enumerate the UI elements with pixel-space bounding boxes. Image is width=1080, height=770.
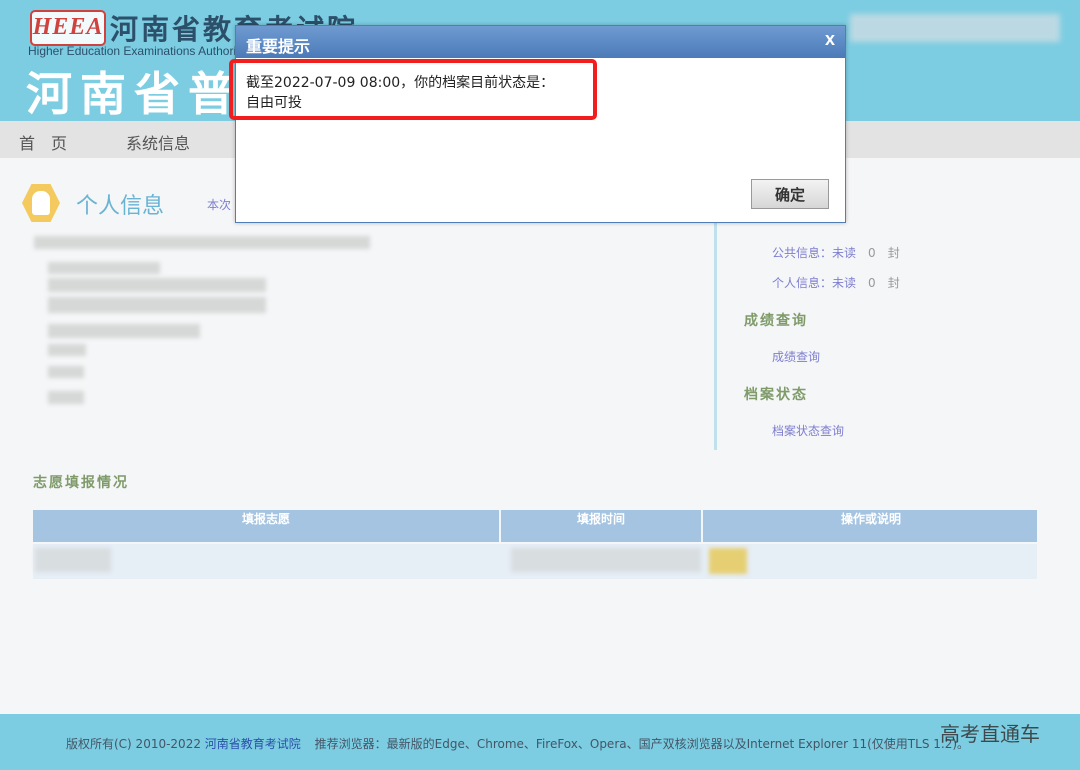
site-footer: 版权所有(C) 2010-2022 河南省教育考试院 推荐浏览器：最新版的Edg… bbox=[0, 714, 1080, 770]
column-header: 填报时间 bbox=[499, 510, 701, 542]
site-title: 河南省普 bbox=[26, 67, 242, 121]
footer-text: 版权所有(C) 2010-2022 河南省教育考试院 推荐浏览器：最新版的Edg… bbox=[66, 737, 970, 751]
personal-info-title: 个人信息 bbox=[76, 194, 165, 219]
heea-logo: HEEA bbox=[30, 10, 106, 46]
footer-org-link[interactable]: 河南省教育考试院 bbox=[205, 737, 301, 751]
volunteer-section-title: 志愿填报情况 bbox=[33, 475, 129, 491]
red-highlight-box bbox=[229, 59, 597, 120]
score-query-link[interactable]: 成绩查询 bbox=[772, 348, 820, 365]
public-info-unread[interactable]: 公共信息：未读 0 封 bbox=[772, 244, 900, 261]
column-header: 填报志愿 bbox=[241, 512, 290, 526]
blurred-user-info bbox=[850, 14, 1060, 42]
score-heading: 成绩查询 bbox=[744, 313, 808, 329]
org-name-en: Higher Education Examinations Authority bbox=[28, 44, 246, 58]
close-icon[interactable]: x bbox=[825, 29, 835, 50]
confirm-button[interactable]: 确定 bbox=[751, 179, 829, 209]
column-header: 操作或说明 bbox=[701, 510, 1039, 542]
personal-info-unread[interactable]: 个人信息：未读 0 封 bbox=[772, 274, 900, 291]
important-notice-dialog: 重要提示 x 截至2022-07-09 08:00，你的档案目前状态是： 自由可… bbox=[229, 25, 846, 223]
nav-item-system-info[interactable]: 系统信息 bbox=[126, 130, 190, 154]
archive-heading: 档案状态 bbox=[744, 387, 808, 403]
archive-status-link[interactable]: 档案状态查询 bbox=[772, 422, 844, 439]
table-row bbox=[33, 544, 1037, 579]
watermark: 高考直通车 bbox=[940, 722, 1040, 746]
volunteer-table-header: 填报志愿 填报时间 操作或说明 bbox=[33, 510, 1037, 542]
user-icon bbox=[22, 184, 60, 222]
dialog-title: 重要提示 bbox=[246, 37, 311, 56]
nav-item-home[interactable]: 首 页 bbox=[19, 130, 67, 154]
dialog-header: 重要提示 x bbox=[236, 26, 845, 58]
personal-info-note: 本次 bbox=[207, 198, 232, 212]
sidebar-divider bbox=[714, 222, 717, 450]
